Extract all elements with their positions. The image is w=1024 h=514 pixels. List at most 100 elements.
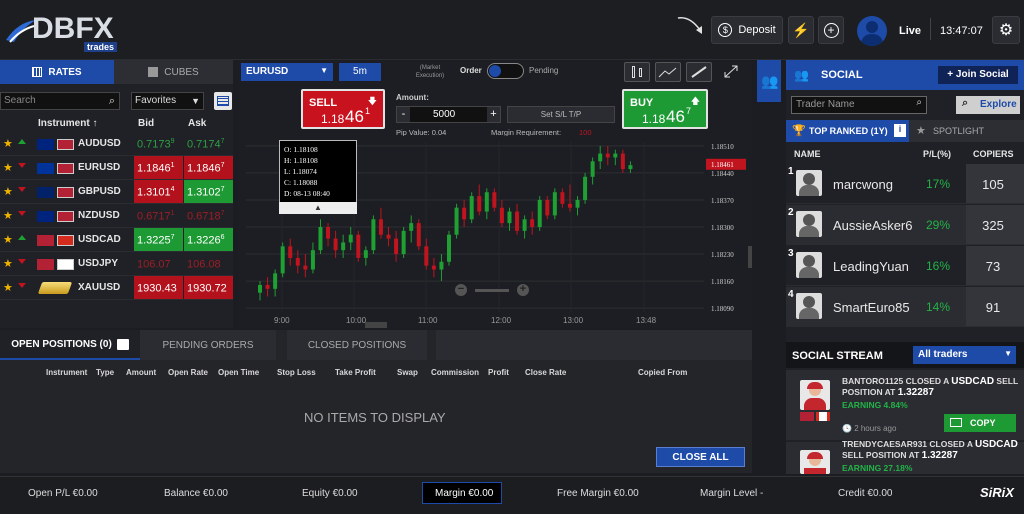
candle-body[interactable] [288,246,293,258]
amount-decrement-button[interactable]: - [397,107,410,122]
bid-price[interactable]: 0.67171 [134,204,183,227]
candle-body[interactable] [560,192,565,204]
user-avatar[interactable] [857,16,887,46]
candle-body[interactable] [613,153,618,158]
favorite-star-icon[interactable]: ★ [3,281,13,294]
bid-price[interactable]: 1.31014 [134,180,183,203]
trader-name[interactable]: SmartEuro85 [833,300,910,315]
rate-row-gbpusd[interactable]: ★ GBPUSD 1.31014 1.31027 [0,180,233,204]
trader-name[interactable]: AussieAsker6 [833,218,912,233]
trader-row[interactable]: 1 marcwong 17% 105 [786,164,1024,204]
line-chart-button[interactable] [655,62,681,82]
ask-price[interactable]: 1930.72 [184,276,233,299]
ask-price[interactable]: 1.31027 [184,180,233,203]
favorite-star-icon[interactable]: ★ [3,185,13,198]
stream-symbol[interactable]: USDCAD [975,439,1018,450]
candle-body[interactable] [326,227,331,239]
bid-price[interactable]: 1930.43 [134,276,183,299]
ask-price[interactable]: 0.71747 [184,132,233,155]
bid-price[interactable]: 106.07 [134,252,183,275]
candle-body[interactable] [424,246,429,266]
candle-body[interactable] [484,192,489,212]
timeframe-select[interactable]: 5m [339,63,381,81]
candle-body[interactable] [583,176,588,200]
rate-row-usdcad[interactable]: ★ USDCAD 1.32257 1.32266 [0,228,233,252]
candle-body[interactable] [333,238,338,251]
trader-row[interactable]: 2 AussieAsker6 29% 325 [786,205,1024,245]
rates-search-input[interactable]: Search ⌕ [0,92,120,110]
candle-body[interactable] [409,223,414,231]
candle-body[interactable] [530,219,535,227]
candle-body[interactable] [507,211,512,224]
zoom-slider[interactable] [475,289,509,292]
bid-price[interactable]: 1.32257 [134,228,183,251]
trader-row[interactable]: 4 SmartEuro85 14% 91 [786,287,1024,327]
tab-pending-orders[interactable]: PENDING ORDERS [140,330,276,360]
favorite-star-icon[interactable]: ★ [3,257,13,270]
trader-avatar[interactable] [796,211,822,237]
amount-stepper[interactable]: - 5000 + [396,106,501,123]
stream-filter-select[interactable]: All traders ▼ [913,346,1016,364]
candle-body[interactable] [303,265,308,270]
candle-body[interactable] [386,234,391,239]
trader-avatar[interactable] [796,293,822,319]
tab-top-ranked[interactable]: 🏆 TOP RANKED (1Y) i [786,120,909,142]
zoom-out-button[interactable]: − [455,284,467,296]
tab-cubes[interactable]: CUBES [114,60,233,84]
explore-button[interactable]: ⌕ Explore [956,96,1020,114]
rate-row-xauusd[interactable]: ★ XAUUSD 1930.43 1930.72 [0,276,233,300]
stream-symbol[interactable]: USDCAD [951,376,994,387]
buy-button[interactable]: BUY 🡅 1.18 46 7 [622,89,708,129]
rate-row-eurusd[interactable]: ★ EURUSD 1.18461 1.18467 [0,156,233,180]
candle-body[interactable] [318,227,323,251]
stream-avatar[interactable] [800,380,830,410]
deposit-button[interactable]: $ Deposit [711,16,783,44]
candle-body[interactable] [492,192,497,208]
candle-body[interactable] [477,196,482,212]
trader-name[interactable]: LeadingYuan [833,259,909,274]
candle-body[interactable] [575,199,580,208]
trader-name[interactable]: marcwong [833,177,893,192]
candle-body[interactable] [515,211,520,231]
candle-body[interactable] [439,261,444,270]
candle-body[interactable] [605,153,610,158]
close-all-button[interactable]: CLOSE ALL [656,447,745,467]
candle-body[interactable] [258,284,262,293]
candle-body[interactable] [628,165,633,170]
tab-rates[interactable]: RATES [0,60,114,84]
trader-avatar[interactable] [796,170,822,196]
copy-button[interactable]: COPY [944,414,1016,432]
rate-row-audusd[interactable]: ★ AUDUSD 0.71739 0.71747 [0,132,233,156]
tab-spotlight[interactable]: ★ SPOTLIGHT [909,120,1024,142]
tab-closed-positions[interactable]: CLOSED POSITIONS [287,330,427,360]
rate-row-nzdusd[interactable]: ★ NZDUSD 0.67171 0.67187 [0,204,233,228]
sell-button[interactable]: SELL 🡇 1.18 46 1 [301,89,385,129]
candle-body[interactable] [265,284,270,289]
grid-view-button[interactable] [214,92,232,110]
candle-body[interactable] [378,219,383,235]
candle-body[interactable] [280,246,285,274]
trader-avatar[interactable] [796,252,822,278]
zoom-in-button[interactable]: + [517,284,529,296]
candle-body[interactable] [447,234,451,262]
ask-price[interactable]: 1.32266 [184,228,233,251]
col-instrument[interactable]: Instrument ↑ [38,118,97,129]
set-sltp-button[interactable]: Set S/L T/P [507,106,615,123]
stream-avatar[interactable] [800,450,830,474]
amount-value[interactable]: 5000 [433,109,455,120]
settings-button[interactable]: ⚙ [992,16,1020,44]
join-social-button[interactable]: + Join Social [938,66,1018,84]
favorite-star-icon[interactable]: ★ [3,161,13,174]
amount-increment-button[interactable]: + [487,107,500,122]
candle-body[interactable] [371,219,376,251]
lightning-button[interactable]: ⚡ [788,16,814,44]
candle-body[interactable] [401,230,406,255]
bid-price[interactable]: 0.71739 [134,132,183,155]
order-pending-toggle[interactable] [487,63,524,79]
candle-body[interactable] [394,238,399,255]
candle-body[interactable] [310,250,315,270]
candle-body[interactable] [454,207,459,235]
tab-open-positions[interactable]: OPEN POSITIONS (0) [0,330,140,360]
candle-body[interactable] [522,219,527,231]
candle-body[interactable] [499,207,504,224]
